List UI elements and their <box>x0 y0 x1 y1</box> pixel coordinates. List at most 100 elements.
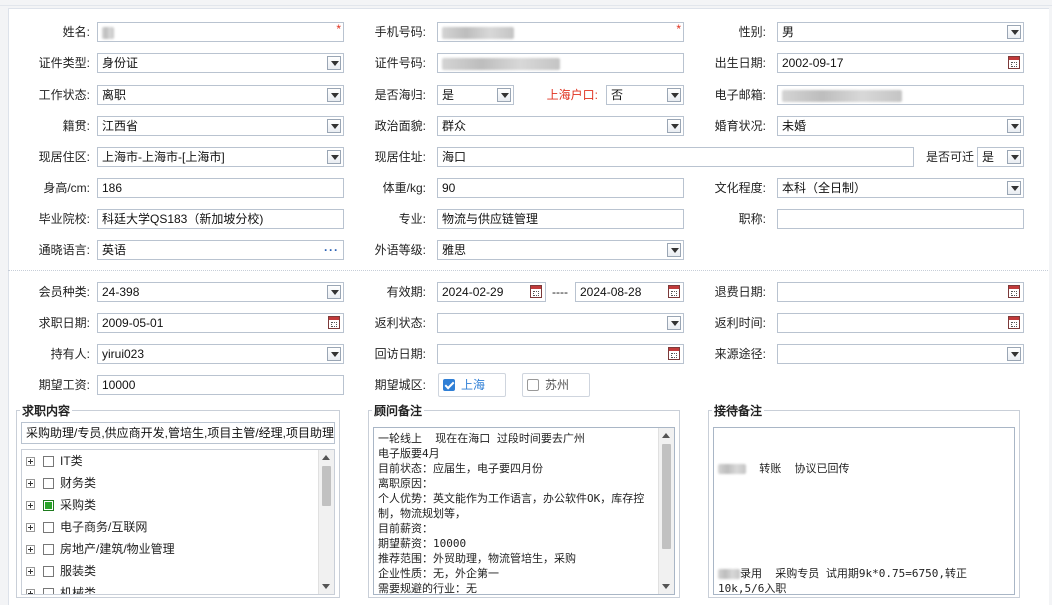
idtype-select[interactable]: 身份证 <box>97 53 344 73</box>
chevron-down-icon[interactable] <box>497 88 511 102</box>
expand-icon[interactable] <box>26 457 35 466</box>
job-category-tree[interactable]: IT类 财务类 采购类 电子商务/互联网 房地产/建筑/物业管理 服装类 机械类 <box>21 449 335 595</box>
calendar-icon[interactable] <box>1008 285 1020 298</box>
workstatus-select[interactable]: 离职 <box>97 85 344 105</box>
tree-checkbox-checked[interactable] <box>43 500 54 511</box>
language-field[interactable]: 英语 ··· <box>97 240 344 260</box>
shhukou-select[interactable]: 否 <box>606 85 684 105</box>
chevron-down-icon[interactable] <box>1007 25 1021 39</box>
chevron-down-icon[interactable] <box>1007 150 1021 164</box>
visit-date-field[interactable] <box>437 344 684 364</box>
marital-select[interactable]: 未婚 <box>777 116 1024 136</box>
reachable-select[interactable]: 是 <box>977 147 1024 167</box>
reception-notes-group: 接待备注 转账 协议已回传 录用 采购专员 试用期9k*0.75=6750,转正… <box>708 402 1020 598</box>
idno-field[interactable] <box>437 53 684 73</box>
chevron-down-icon[interactable] <box>327 88 341 102</box>
tree-item-apparel[interactable]: 服装类 <box>26 561 96 581</box>
calendar-icon[interactable] <box>530 285 542 298</box>
tree-item-finance[interactable]: 财务类 <box>26 473 96 493</box>
chevron-down-icon[interactable] <box>1007 119 1021 133</box>
tree-item-ecommerce[interactable]: 电子商务/互联网 <box>26 517 147 537</box>
advisor-notes-textarea[interactable]: 一轮线上 现在在海口 过段时间要去广州 电子版要4月 目前状态：应届生，电子要四… <box>373 427 675 595</box>
member-type-select[interactable]: 24-398 <box>97 282 344 302</box>
education-select[interactable]: 本科（全日制） <box>777 178 1024 198</box>
expand-icon[interactable] <box>26 567 35 576</box>
title-field[interactable] <box>777 209 1024 229</box>
address-label: 现居住址: <box>374 150 426 164</box>
calendar-icon[interactable] <box>1008 56 1020 69</box>
chevron-down-icon[interactable] <box>327 119 341 133</box>
tree-checkbox[interactable] <box>43 588 54 594</box>
height-field[interactable]: 186 <box>97 178 344 198</box>
expand-icon[interactable] <box>26 501 35 510</box>
section-divider <box>8 270 1048 271</box>
city-suzhou-checkbox[interactable]: 苏州 <box>522 373 590 397</box>
native-select[interactable]: 江西省 <box>97 116 344 136</box>
scroll-thumb[interactable] <box>662 444 671 549</box>
chevron-down-icon[interactable] <box>327 347 341 361</box>
tree-checkbox[interactable] <box>43 566 54 577</box>
calendar-icon[interactable] <box>328 316 340 329</box>
reception-notes-textarea[interactable]: 转账 协议已回传 录用 采购专员 试用期9k*0.75=6750,转正10k,5… <box>713 427 1015 595</box>
valid-to-field[interactable]: 2024-08-28 <box>575 282 684 302</box>
tree-item-realestate[interactable]: 房地产/建筑/物业管理 <box>26 539 175 559</box>
chevron-down-icon[interactable] <box>1007 347 1021 361</box>
weight-field[interactable]: 90 <box>437 178 684 198</box>
native-label: 籍贯: <box>62 119 90 133</box>
chevron-down-icon[interactable] <box>327 285 341 299</box>
expand-icon[interactable] <box>26 545 35 554</box>
scroll-thumb[interactable] <box>322 466 331 506</box>
tree-checkbox[interactable] <box>43 478 54 489</box>
expand-icon[interactable] <box>26 479 35 488</box>
job-summary-field[interactable]: 采购助理/专员,供应商开发,管培生,项目主管/经理,项目助理 <box>21 422 335 444</box>
tree-scrollbar[interactable] <box>318 450 334 594</box>
address-field[interactable]: 海口 <box>437 147 914 167</box>
chevron-down-icon[interactable] <box>327 56 341 70</box>
name-field[interactable]: * <box>97 22 344 42</box>
rebatetime-field[interactable] <box>777 313 1024 333</box>
major-field[interactable]: 物流与供应链管理 <box>437 209 684 229</box>
calendar-icon[interactable] <box>668 285 680 298</box>
scroll-down-icon[interactable] <box>662 584 670 589</box>
tree-checkbox[interactable] <box>43 522 54 533</box>
residence-select[interactable]: 上海市-上海市-[上海市] <box>97 147 344 167</box>
gender-select[interactable]: 男 <box>777 22 1024 42</box>
tree-item-purchasing[interactable]: 采购类 <box>26 495 96 515</box>
valid-from-field[interactable]: 2024-02-29 <box>437 282 546 302</box>
calendar-icon[interactable] <box>1008 316 1020 329</box>
advisor-notes-group: 顾问备注 一轮线上 现在在海口 过段时间要去广州 电子版要4月 目前状态：应届生… <box>368 402 680 598</box>
checkbox-checked-icon <box>443 379 455 391</box>
tree-item-machinery[interactable]: 机械类 <box>26 583 96 594</box>
political-select[interactable]: 群众 <box>437 116 684 136</box>
scroll-up-icon[interactable] <box>322 455 330 460</box>
salary-field[interactable]: 10000 <box>97 375 344 395</box>
birth-date-field[interactable]: 2002-09-17 <box>777 53 1024 73</box>
notes-scrollbar[interactable] <box>658 428 674 594</box>
email-field[interactable] <box>777 85 1024 105</box>
city-shanghai-checkbox[interactable]: 上海 <box>438 373 506 397</box>
tree-item-it[interactable]: IT类 <box>26 451 83 471</box>
refund-date-field[interactable] <box>777 282 1024 302</box>
chevron-down-icon[interactable] <box>327 150 341 164</box>
scroll-down-icon[interactable] <box>322 584 330 589</box>
calendar-icon[interactable] <box>668 347 680 360</box>
holder-select[interactable]: yirui023 <box>97 344 344 364</box>
phone-field[interactable]: * <box>437 22 684 42</box>
more-icon[interactable]: ··· <box>324 241 339 259</box>
jobdate-field[interactable]: 2009-05-01 <box>97 313 344 333</box>
chevron-down-icon[interactable] <box>667 88 681 102</box>
langlevel-select[interactable]: 雅思 <box>437 240 684 260</box>
chevron-down-icon[interactable] <box>667 316 681 330</box>
tree-checkbox[interactable] <box>43 456 54 467</box>
returnee-select[interactable]: 是 <box>437 85 514 105</box>
chevron-down-icon[interactable] <box>667 243 681 257</box>
scroll-up-icon[interactable] <box>662 433 670 438</box>
chevron-down-icon[interactable] <box>1007 181 1021 195</box>
school-field[interactable]: 科廷大学QS183（新加坡分校) <box>97 209 344 229</box>
chevron-down-icon[interactable] <box>667 119 681 133</box>
tree-checkbox[interactable] <box>43 544 54 555</box>
expand-icon[interactable] <box>26 589 35 594</box>
rebate-select[interactable] <box>437 313 684 333</box>
expand-icon[interactable] <box>26 523 35 532</box>
source-select[interactable] <box>777 344 1024 364</box>
